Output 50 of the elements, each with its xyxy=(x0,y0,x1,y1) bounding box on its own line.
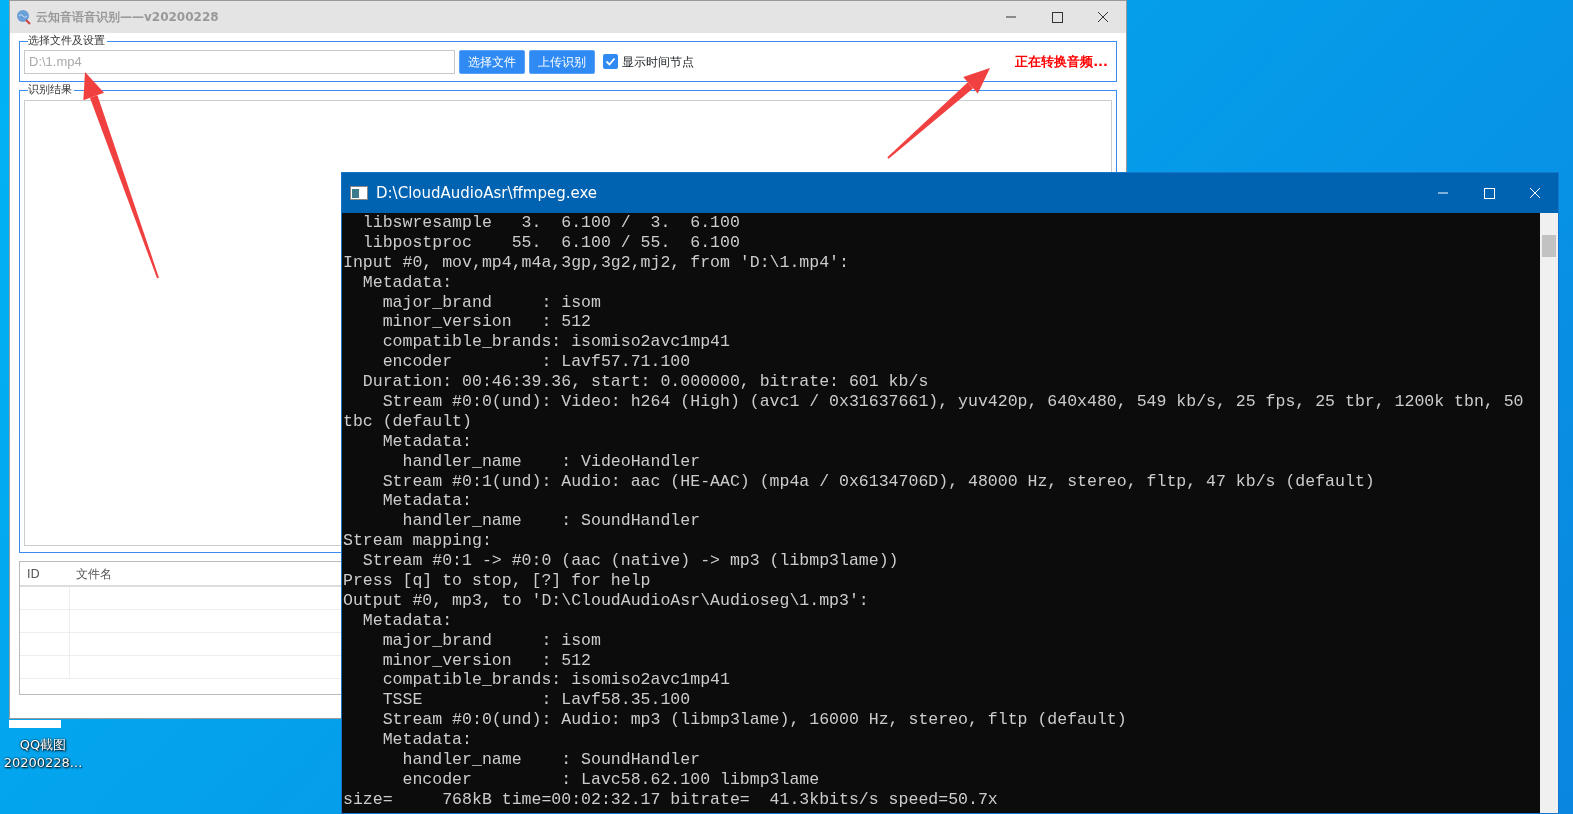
console-line: Metadata: xyxy=(381,431,473,452)
console-line: minor_version : 512 xyxy=(381,650,592,671)
window-title: 云知音语音识别——v20200228 xyxy=(36,9,219,26)
console-icon xyxy=(350,186,368,200)
show-timestamps-checkbox[interactable]: 显示时间节点 xyxy=(603,52,694,71)
console-line: libpostproc 55. 6.100 / 55. 6.100 xyxy=(361,232,741,253)
close-icon xyxy=(1528,186,1542,200)
column-header: ID xyxy=(26,565,41,583)
checkmark-icon xyxy=(605,56,616,67)
console-line: Metadata: xyxy=(381,491,473,512)
console-line: handler_name : VideoHandler xyxy=(401,451,702,472)
console-line: handler_name : SoundHandler xyxy=(401,750,702,770)
console-line: libswresample 3. 6.100 / 3. 6.100 xyxy=(361,213,741,233)
maximize-icon xyxy=(1482,186,1496,200)
console-line: Press [q] to stop, [?] for help xyxy=(343,571,652,591)
console-line: Output #0, mp3, to 'D:\CloudAudioAsr\Audioseg\1.mp3': xyxy=(343,590,870,611)
status-text: 正在转换音频... xyxy=(1015,52,1108,71)
console-line: tbc (default) xyxy=(343,411,473,432)
console-line: compatible_brands: isomiso2avc1mp41 xyxy=(381,670,731,691)
console-line: Metadata: xyxy=(361,610,454,631)
console-line: handler_name : SoundHandler xyxy=(401,511,702,532)
console-line: Stream mapping: xyxy=(343,531,493,552)
console-line: size= 768kB time=00:02:32.17 bitrate= 41.3kbits/s speed=50.7x xyxy=(343,789,999,810)
console-line: TSSE : Lavf58.35.100 xyxy=(381,690,692,711)
console-line: Stream #0:1(und): Audio: aac (HE-AAC) (mp4a / 0x6134706D), 48000 Hz, stereo, fltp, 47 kb/s (default) xyxy=(381,471,1376,492)
console-line: Metadata: xyxy=(381,730,473,751)
console-line: encoder : Lavf57.71.100 xyxy=(381,352,692,373)
console-line: encoder : Lavc58.62.100 libmp3lame xyxy=(401,769,821,790)
console-line: Duration: 00:46:39.36, start: 0.000000, bitrate: 601 kb/s xyxy=(361,372,930,392)
scrollbar[interactable] xyxy=(1540,213,1558,813)
console-line: major_brand : isom xyxy=(381,630,602,651)
console-line: Stream #0:1 -> #0:0 (aac (native) -> mp3 (libmp3lame)) xyxy=(361,551,900,572)
scrollbar-thumb[interactable] xyxy=(1542,235,1556,257)
upload-button[interactable]: 上传识别 xyxy=(529,49,595,74)
group-legend: 识别结果 xyxy=(28,83,74,97)
console-line: Input #0, mov,mp4,m4a,3gp,3g2,mj2, from 'D:\1.mp4': xyxy=(343,252,850,273)
console-line: minor_version : 512 xyxy=(381,312,592,333)
choose-file-button[interactable]: 选择文件 xyxy=(459,49,525,74)
icon-label: QQ截图 20200228... xyxy=(3,736,83,772)
console-line: Metadata: xyxy=(361,272,454,293)
console-line: major_brand : isom xyxy=(381,292,602,313)
maximize-icon xyxy=(1050,10,1064,24)
group-legend: 选择文件及设置 xyxy=(28,34,107,48)
close-icon xyxy=(1096,10,1110,24)
console-line: compatible_brands: isomiso2avc1mp41 xyxy=(381,332,731,353)
column-header: 文件名 xyxy=(75,565,112,583)
window-title: D:\CloudAudioAsr\ffmpeg.exe xyxy=(376,182,598,204)
file-path-field[interactable]: D:\1.mp4 xyxy=(24,49,455,74)
console-line: Stream #0:0(und): Video: h264 (High) (avc1 / 0x31637661), yuv420p, 640x480, 549 kb/s, 25 fps, 25 tbr, 1200k tbn, 50 xyxy=(381,392,1525,412)
console-line: Stream #0:0(und): Audio: mp3 (libmp3lame), 16000 Hz, stereo, fltp (default) xyxy=(381,710,1128,731)
